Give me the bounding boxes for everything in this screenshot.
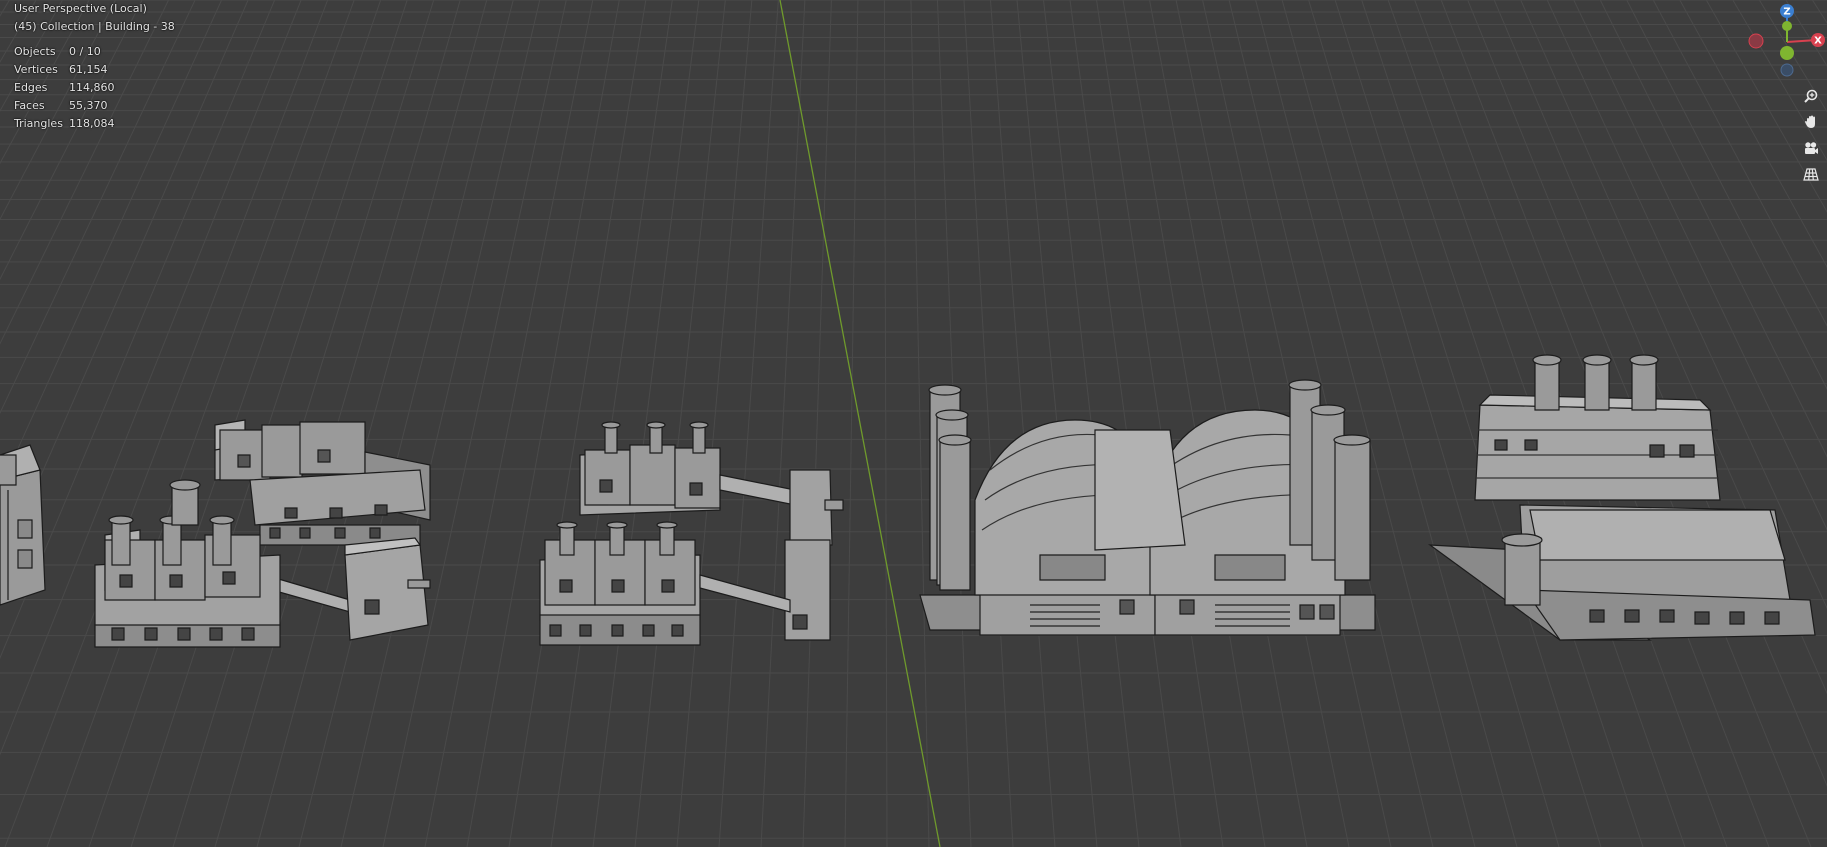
pan-button[interactable] (1800, 111, 1822, 133)
collection-label: (45) Collection | Building - 38 (14, 20, 175, 33)
y-axis-handle[interactable] (1782, 21, 1792, 31)
stat-label: Triangles (14, 117, 63, 130)
pan-hand-icon (1805, 115, 1815, 128)
stat-label: Faces (14, 99, 45, 112)
camera-icon (1805, 142, 1818, 154)
building-factory-2[interactable] (540, 422, 843, 645)
scene-statistics: Objects 0 / 10 Vertices 61,154 Edges 114,86… (14, 45, 115, 135)
zoom-button[interactable] (1800, 85, 1822, 107)
stat-triangles: Triangles 118,084 (14, 117, 115, 135)
camera-view-button[interactable] (1800, 137, 1822, 159)
stat-label: Vertices (14, 63, 58, 76)
3d-viewport[interactable]: User Perspective (Local) (45) Collection… (0, 0, 1827, 847)
stat-value: 114,860 (69, 81, 115, 94)
stat-label: Objects (14, 45, 56, 58)
z-axis-label: Z (1783, 7, 1790, 18)
building-factory-4[interactable] (1430, 355, 1815, 640)
stat-value: 61,154 (69, 63, 108, 76)
ortho-toggle-button[interactable] (1800, 163, 1822, 185)
stat-value: 0 / 10 (69, 45, 101, 58)
stat-vertices: Vertices 61,154 (14, 63, 115, 81)
stat-label: Edges (14, 81, 48, 94)
stat-value: 118,084 (69, 117, 115, 130)
viewport-header: User Perspective (Local) (45) Collection… (14, 0, 175, 36)
stat-objects: Objects 0 / 10 (14, 45, 115, 63)
ortho-grid-icon (1803, 168, 1819, 181)
x-axis-label: X (1814, 36, 1822, 47)
building-factory-1[interactable] (95, 420, 430, 647)
building-partial-left[interactable] (0, 445, 45, 605)
neg-y-axis-handle[interactable] (1780, 46, 1794, 60)
stat-edges: Edges 114,860 (14, 81, 115, 99)
stat-faces: Faces 55,370 (14, 99, 115, 117)
navigation-gizmo[interactable]: Z X (1735, 0, 1827, 80)
zoom-icon (1804, 89, 1818, 103)
neg-z-axis-handle[interactable] (1780, 63, 1794, 77)
view-mode-label: User Perspective (Local) (14, 2, 147, 15)
stat-value: 55,370 (69, 99, 108, 112)
building-hangar-3[interactable] (920, 380, 1375, 635)
neg-x-axis-handle[interactable] (1748, 33, 1764, 49)
